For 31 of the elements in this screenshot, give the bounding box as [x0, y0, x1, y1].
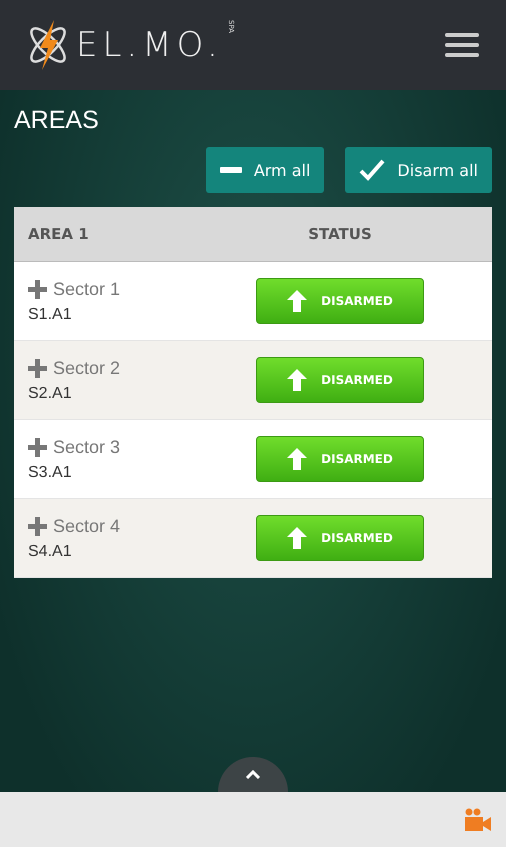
status-button[interactable]: DISARMED [256, 278, 424, 324]
sector-name: Sector 1 [53, 278, 120, 300]
sector-code: S2.A1 [28, 384, 73, 402]
sector-name: Sector 2 [53, 358, 120, 378]
arm-all-button[interactable]: Arm all [206, 147, 324, 193]
up-arrow-icon [287, 369, 308, 391]
disarm-all-button[interactable]: Disarm all [345, 147, 492, 193]
sector-code: S3.A1 [28, 464, 73, 482]
status-button[interactable]: DISARMED [256, 436, 424, 482]
caret-up-icon [246, 770, 260, 779]
sector-name: Sector 3 [53, 436, 120, 458]
status-button[interactable]: DISARMED [256, 357, 424, 403]
plus-icon[interactable] [28, 358, 47, 378]
page-title: AREAS [14, 106, 100, 135]
column-header: STATUS [307, 225, 373, 243]
plus-icon[interactable] [28, 280, 47, 298]
sector-code: S1.A1 [28, 306, 73, 324]
sector-name: Sector 4 [53, 516, 120, 536]
logo-text: EL.MO. [76, 25, 223, 65]
menu-icon[interactable] [445, 33, 479, 57]
minus-icon [220, 167, 242, 173]
up-arrow-icon [287, 448, 308, 470]
video-camera-icon[interactable] [464, 808, 492, 832]
status-button[interactable]: DISARMED [256, 515, 424, 561]
plus-icon[interactable] [28, 516, 47, 536]
column-header: AREA 1 [27, 225, 90, 243]
up-arrow-icon [287, 527, 308, 549]
sector-code: S4.A1 [28, 542, 73, 560]
up-arrow-icon [287, 290, 308, 312]
plus-icon[interactable] [28, 438, 47, 456]
check-icon [359, 159, 386, 181]
